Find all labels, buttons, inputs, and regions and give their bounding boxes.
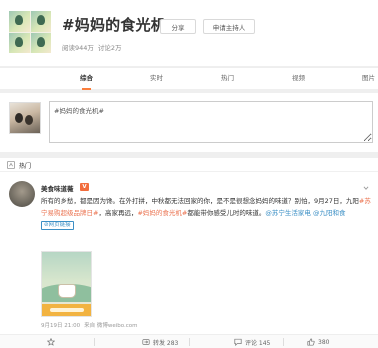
- post-actions: 转发 283 评论 145 380: [0, 334, 378, 348]
- topic-stats: 阅读944万 讨论2万: [62, 42, 122, 52]
- author-name[interactable]: 美食味道薇: [41, 183, 74, 193]
- compose-input[interactable]: #妈妈的食光机#: [49, 101, 373, 143]
- hot-icon: [7, 161, 15, 169]
- hot-section-title: 热门: [19, 163, 32, 170]
- favorite-button[interactable]: [47, 335, 58, 348]
- topic-tabs: 综合 实时 热门 视频 图片: [0, 67, 378, 90]
- verified-badge-icon: V: [80, 183, 89, 191]
- cover-tile: [9, 11, 30, 32]
- divider: [283, 338, 284, 346]
- post-text: ，高家再远，: [98, 209, 138, 217]
- image-banner: [42, 304, 91, 316]
- comment-button[interactable]: 评论 145: [234, 335, 270, 348]
- user-avatar[interactable]: [9, 102, 41, 134]
- comment-count: 评论 145: [245, 339, 271, 347]
- read-count: 阅读944万: [62, 44, 94, 52]
- divider: [189, 338, 190, 346]
- thumbs-up-icon: [307, 338, 315, 346]
- cover-tile: [30, 32, 51, 53]
- like-button[interactable]: 380: [307, 335, 329, 348]
- post-content: 所有的乡愁，都是因为馋。在外打拼，中秋都无法回家的你，是不是很想念妈妈的味道？别…: [41, 195, 373, 231]
- author-avatar[interactable]: [9, 181, 35, 207]
- topic-header: #妈妈的食光机# 分享 申请主持人 阅读944万 讨论2万: [0, 0, 378, 66]
- post-source: 来自 微博weibo.com: [84, 323, 138, 329]
- tab-pictures[interactable]: 图片: [362, 68, 375, 90]
- tab-hot[interactable]: 热门: [221, 68, 234, 90]
- hashtag-link[interactable]: #妈妈的食光机#: [137, 209, 187, 217]
- mention-link[interactable]: @苏宁生活家电: [265, 209, 311, 217]
- discussion-count: 讨论2万: [97, 44, 122, 52]
- cover-tile: [9, 32, 30, 53]
- tab-video[interactable]: 视频: [292, 68, 305, 90]
- post-time[interactable]: 9月19日 21:00: [41, 321, 80, 329]
- post-text: 所有的乡愁，都是因为馋。在外打拼，中秋都无法回家的你，是不是很想念妈妈的味道？别…: [41, 197, 359, 205]
- chevron-down-icon[interactable]: [363, 185, 369, 191]
- web-link[interactable]: ⊘网页链接: [41, 221, 74, 230]
- mention-link[interactable]: @九阳和食: [313, 209, 346, 217]
- apply-host-button[interactable]: 申请主持人: [203, 19, 255, 34]
- topic-cover-image: [9, 11, 51, 53]
- star-icon: [47, 338, 55, 346]
- divider: [94, 338, 95, 346]
- share-button[interactable]: 分享: [160, 19, 196, 34]
- forward-count: 转发 283: [153, 339, 179, 347]
- post-meta: 9月19日 21:00 来自 微博weibo.com: [41, 321, 138, 329]
- hot-section-header: 热门: [0, 158, 378, 172]
- comment-icon: [234, 338, 242, 346]
- like-count: 380: [318, 338, 330, 346]
- hot-feed: 热门 美食味道薇 V 所有的乡愁，都是因为馋。在外打拼，中秋都无法回家的你，是不…: [0, 158, 378, 348]
- cover-tile: [30, 11, 51, 32]
- topic-page: #妈妈的食光机# 分享 申请主持人 阅读944万 讨论2万 综合 实时 热门 视…: [0, 0, 378, 348]
- web-link-label: 网页链接: [48, 222, 71, 228]
- forward-button[interactable]: 转发 283: [142, 335, 178, 348]
- post-text: 都能带你感受儿时的味道。: [187, 209, 266, 217]
- image-cooker: [58, 284, 76, 298]
- tab-overview[interactable]: 综合: [80, 68, 93, 90]
- post-image[interactable]: [41, 251, 92, 317]
- tab-realtime[interactable]: 实时: [150, 68, 163, 90]
- forward-icon: [142, 339, 150, 345]
- compose-box: #妈妈的食光机#: [0, 93, 378, 152]
